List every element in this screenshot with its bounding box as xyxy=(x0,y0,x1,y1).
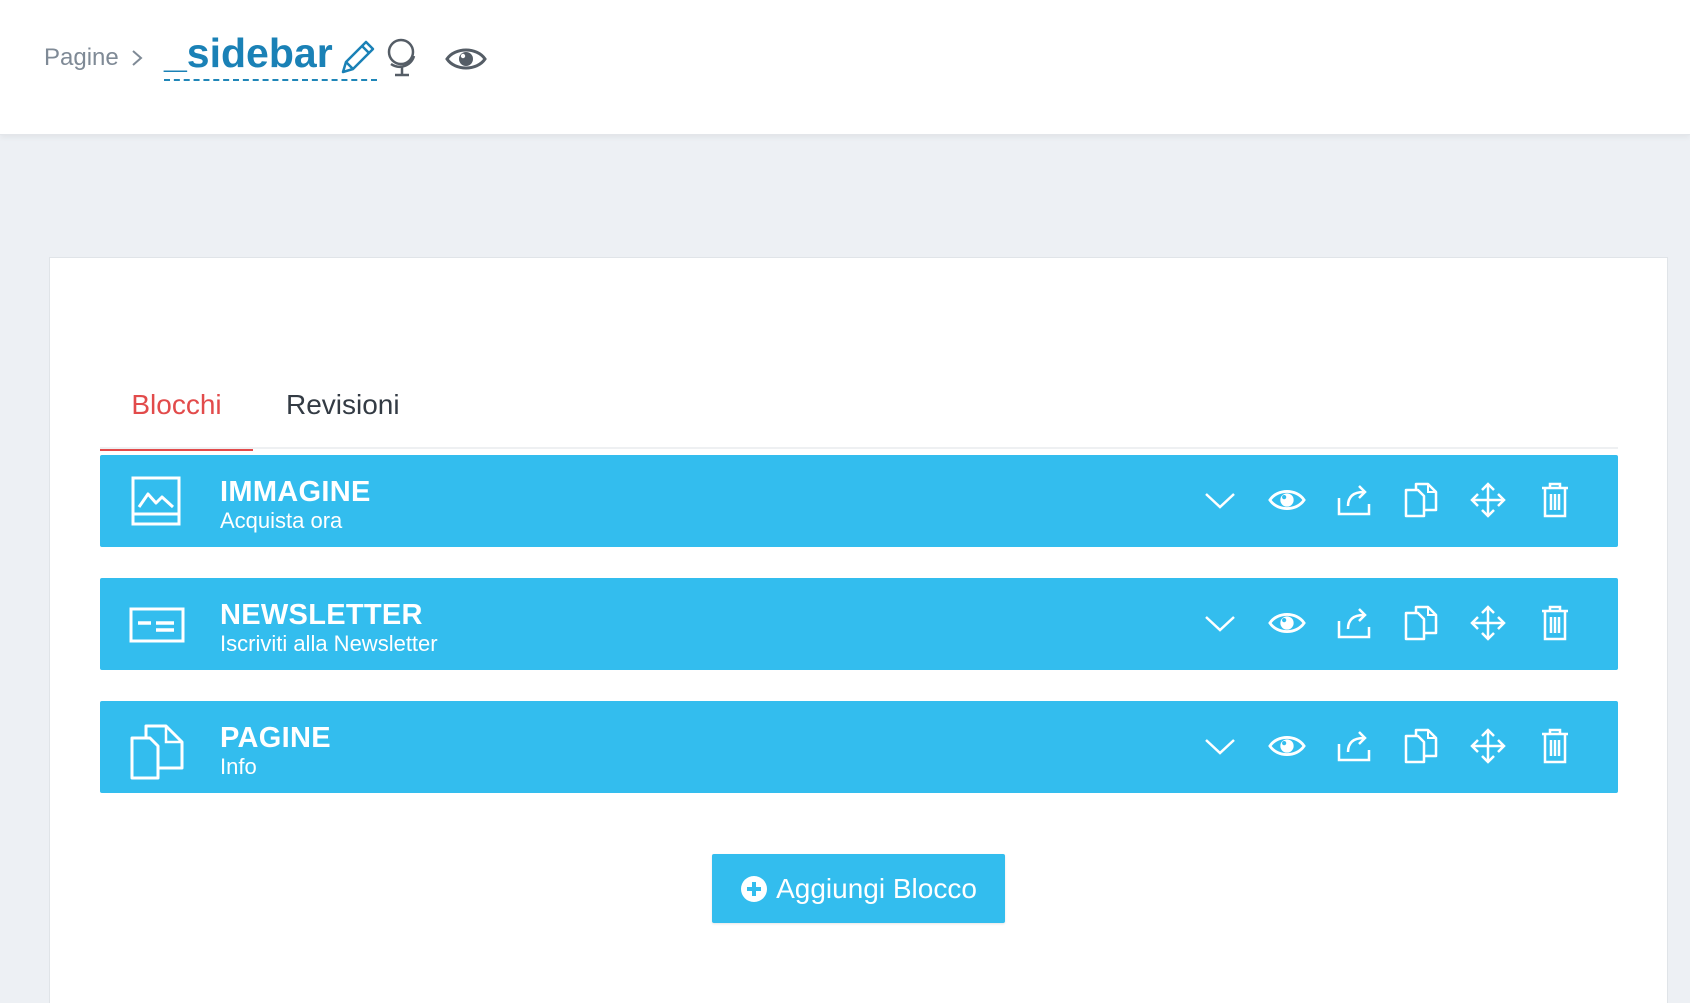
blocks-card: Blocchi Revisioni IMMAGINE Acquista ora xyxy=(49,257,1668,1003)
share-icon[interactable] xyxy=(1335,727,1373,765)
image-icon xyxy=(128,476,186,530)
trash-icon[interactable] xyxy=(1536,481,1574,519)
move-icon[interactable] xyxy=(1469,604,1507,642)
block-actions xyxy=(1201,604,1574,642)
tab-label: Revisioni xyxy=(286,389,400,420)
eye-icon[interactable] xyxy=(1268,604,1306,642)
block-actions xyxy=(1201,481,1574,519)
block-row-newsletter[interactable]: NEWSLETTER Iscriviti alla Newsletter xyxy=(100,578,1618,670)
globe-icon[interactable] xyxy=(384,36,420,83)
copy-icon[interactable] xyxy=(1402,727,1440,765)
page-title-editable[interactable]: _sidebar xyxy=(164,28,377,81)
preview-eye-icon[interactable] xyxy=(445,44,487,79)
trash-icon[interactable] xyxy=(1536,604,1574,642)
add-block-button[interactable]: Aggiungi Blocco xyxy=(712,854,1005,923)
copy-icon[interactable] xyxy=(1402,481,1440,519)
block-subtitle: Iscriviti alla Newsletter xyxy=(220,631,438,656)
block-subtitle: Acquista ora xyxy=(220,508,343,533)
eye-icon[interactable] xyxy=(1268,481,1306,519)
breadcrumb-link-pagine[interactable]: Pagine xyxy=(44,44,119,72)
chevron-down-icon[interactable] xyxy=(1201,727,1239,765)
share-icon[interactable] xyxy=(1335,604,1373,642)
tab-blocchi[interactable]: Blocchi xyxy=(100,389,253,451)
move-icon[interactable] xyxy=(1469,481,1507,519)
block-actions xyxy=(1201,727,1574,765)
tab-revisioni[interactable]: Revisioni xyxy=(286,389,400,421)
page-title[interactable]: _sidebar xyxy=(164,28,333,78)
block-row-immagine[interactable]: IMMAGINE Acquista ora xyxy=(100,455,1618,547)
pages-icon xyxy=(128,722,186,780)
chevron-right-icon xyxy=(132,50,143,66)
block-title: IMMAGINE xyxy=(220,476,371,508)
tab-bar: Blocchi Revisioni xyxy=(100,313,1618,451)
block-row-pagine[interactable]: PAGINE Info xyxy=(100,701,1618,793)
move-icon[interactable] xyxy=(1469,727,1507,765)
breadcrumb: Pagine xyxy=(44,44,145,72)
share-icon[interactable] xyxy=(1335,481,1373,519)
trash-icon[interactable] xyxy=(1536,727,1574,765)
tab-label: Blocchi xyxy=(131,389,222,420)
newsletter-card-icon xyxy=(128,599,186,653)
tab-divider xyxy=(100,447,1618,449)
eye-icon[interactable] xyxy=(1268,727,1306,765)
chevron-down-icon[interactable] xyxy=(1201,604,1239,642)
block-title: PAGINE xyxy=(220,722,331,754)
block-title: NEWSLETTER xyxy=(220,599,423,631)
top-header: Pagine _sidebar xyxy=(0,0,1690,135)
plus-circle-icon xyxy=(740,875,768,903)
copy-icon[interactable] xyxy=(1402,604,1440,642)
block-subtitle: Info xyxy=(220,754,257,779)
add-block-label: Aggiungi Blocco xyxy=(776,872,977,904)
chevron-down-icon[interactable] xyxy=(1201,481,1239,519)
pencil-icon[interactable] xyxy=(337,36,377,78)
